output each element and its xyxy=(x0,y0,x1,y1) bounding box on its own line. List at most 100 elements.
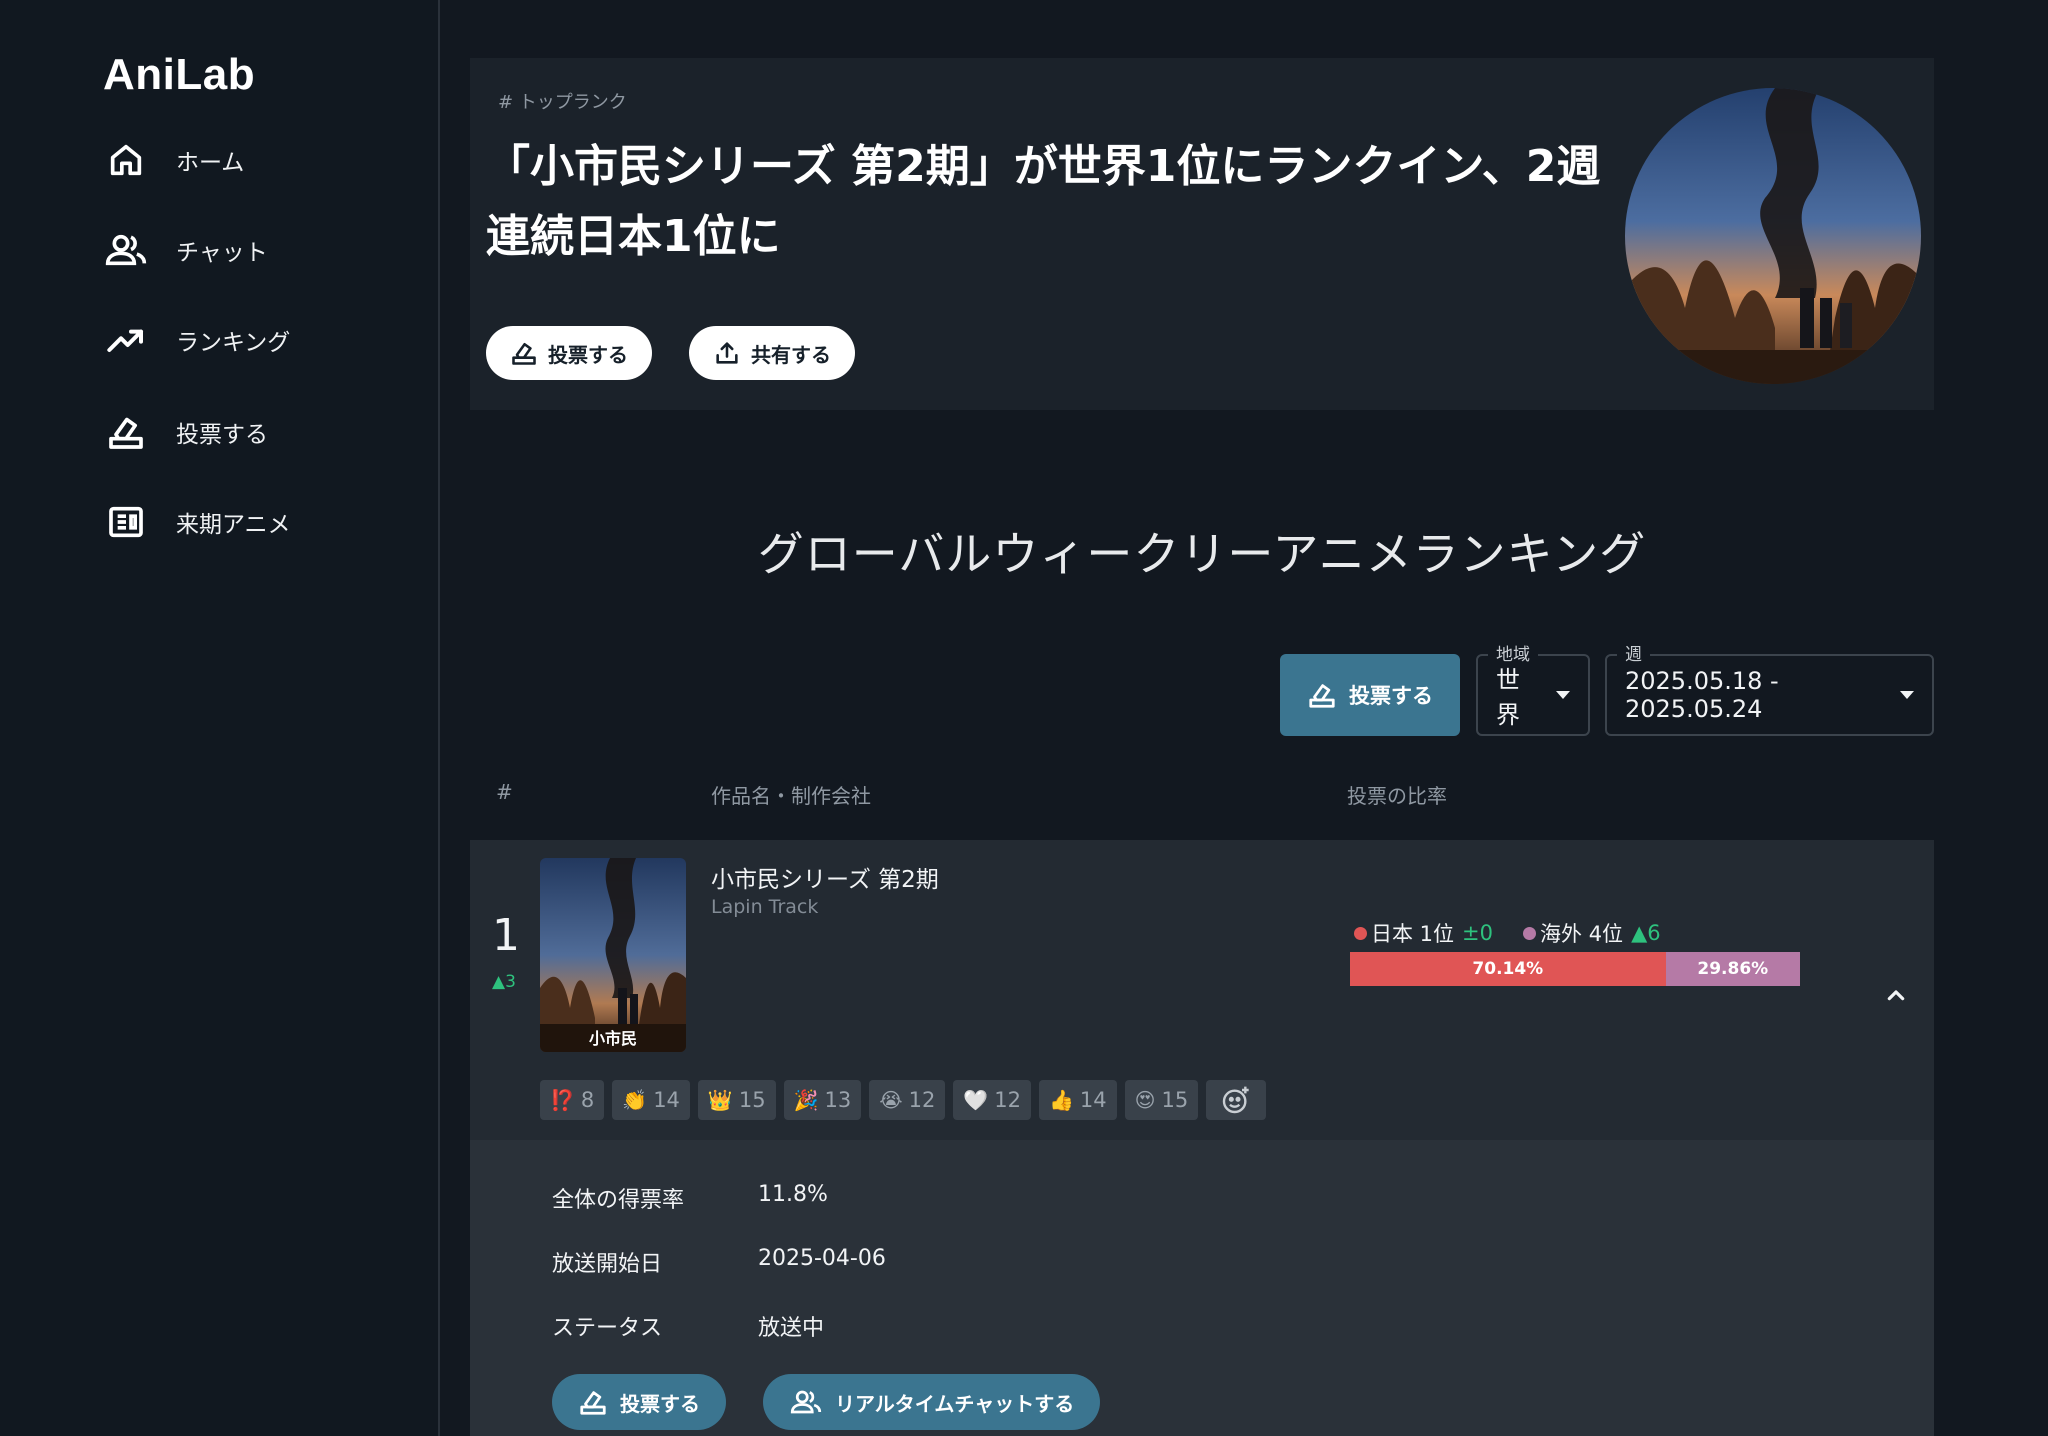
overseas-percent: 29.86% xyxy=(1697,959,1769,979)
reaction-count: 15 xyxy=(738,1088,766,1112)
reaction-chip[interactable]: 😭 12 xyxy=(869,1080,946,1120)
reaction-emoji-icon: 😍 xyxy=(1134,1088,1156,1112)
sidebar-item-label: チャット xyxy=(176,240,268,266)
sidebar-item-ranking[interactable]: ランキング xyxy=(100,310,420,370)
poster-title-text: 小市民 xyxy=(589,1029,637,1048)
share-icon xyxy=(716,342,738,364)
reaction-emoji-icon: 🎉 xyxy=(793,1088,819,1112)
hero-tag: # トップランク xyxy=(498,92,627,113)
ranking-vote-button[interactable]: 投票する xyxy=(1280,654,1460,736)
home-icon xyxy=(100,134,152,186)
reaction-chip[interactable]: 🎉 13 xyxy=(783,1080,862,1120)
overseas-rank-change: ▲6 xyxy=(1631,921,1661,945)
ranking-title: グローバルウィークリーアニメランキング xyxy=(757,527,1647,581)
trending-up-icon xyxy=(100,314,152,366)
hero-vote-label: 投票する xyxy=(548,342,628,367)
collapse-button[interactable] xyxy=(1880,980,1912,1012)
column-header-title: 作品名・制作会社 xyxy=(711,784,871,808)
ratio-legend: 日本 1位 ±0 海外 4位 ▲6 xyxy=(1354,918,1691,948)
chevron-up-icon xyxy=(1887,990,1905,1001)
hero-vote-button[interactable]: 投票する xyxy=(486,326,652,380)
hero-key-visual[interactable] xyxy=(1625,88,1921,384)
realtime-chat-label: リアルタイムチャットする xyxy=(835,1391,1075,1416)
sidebar-item-label: 投票する xyxy=(176,422,268,448)
add-reaction-button[interactable] xyxy=(1206,1080,1267,1120)
reaction-count: 8 xyxy=(580,1088,595,1112)
anime-poster[interactable]: 小市民 xyxy=(540,858,686,1052)
overseas-dot-icon xyxy=(1523,926,1537,940)
air-date-label: 放送開始日 xyxy=(552,1252,663,1277)
reaction-chip[interactable]: 🤍 12 xyxy=(953,1080,1031,1120)
japan-ratio-label: 日本 1位 ±0 xyxy=(1354,918,1493,948)
week-select[interactable]: 週 2025.05.18 - 2025.05.24 xyxy=(1605,640,1934,736)
column-header-ratio: 投票の比率 xyxy=(1347,784,1447,808)
users-icon xyxy=(100,224,152,276)
app-root: AniLab ホーム チャット ランキング 投票する 来期アニメ # トップラン… xyxy=(0,0,2048,1436)
hero-banner: # トップランク 「小市民シリーズ 第2期」が世界1位にランクイン、2週連続日本… xyxy=(470,58,1934,410)
region-legend: 地域 xyxy=(1488,640,1538,665)
add-emoji-icon xyxy=(1222,1086,1249,1114)
week-value: 2025.05.18 - 2025.05.24 xyxy=(1625,667,1779,723)
sidebar: AniLab ホーム チャット ランキング 投票する 来期アニメ xyxy=(0,0,440,1436)
ballot-icon xyxy=(512,342,536,365)
reaction-chip[interactable]: ⁉️ 8 xyxy=(540,1080,605,1120)
reaction-chip[interactable]: 👏 14 xyxy=(612,1080,690,1120)
news-icon xyxy=(100,496,152,548)
rank-change: ▲3 xyxy=(492,972,516,992)
reaction-count: 14 xyxy=(653,1088,680,1112)
realtime-chat-button[interactable]: リアルタイムチャットする xyxy=(763,1374,1101,1430)
detail-vote-label: 投票する xyxy=(620,1391,700,1416)
caret-down-icon xyxy=(1900,691,1914,699)
reaction-count: 12 xyxy=(994,1088,1021,1112)
overseas-ratio-label: 海外 4位 ▲6 xyxy=(1523,918,1661,948)
status-label: ステータス xyxy=(552,1316,663,1341)
reaction-emoji-icon: 👍 xyxy=(1048,1088,1074,1112)
sidebar-item-label: ホーム xyxy=(176,150,245,176)
japan-rank-change: ±0 xyxy=(1462,921,1494,945)
rank-number: 1 xyxy=(492,910,520,961)
reaction-chip[interactable]: 👍 14 xyxy=(1038,1080,1117,1120)
reaction-count: 12 xyxy=(908,1088,936,1112)
sidebar-item-chat[interactable]: チャット xyxy=(100,220,420,280)
reaction-emoji-icon: 🤍 xyxy=(963,1088,989,1112)
ballot-icon xyxy=(1309,684,1335,708)
sidebar-item-home[interactable]: ホーム xyxy=(100,130,420,190)
reaction-chip[interactable]: 😍 15 xyxy=(1124,1080,1199,1120)
week-legend: 週 xyxy=(1617,640,1650,665)
vote-rate-label: 全体の得票率 xyxy=(552,1188,685,1213)
vote-ratio-bar: 70.14% 29.86% xyxy=(1350,952,1800,986)
ranking-row[interactable]: 1 ▲3 小市民 小市民シリーズ 第2期 Lapin Track 日本 1位 ±… xyxy=(470,840,1934,1140)
reaction-chip[interactable]: 👑 15 xyxy=(697,1080,776,1120)
air-date-value: 2025-04-06 xyxy=(758,1246,886,1271)
reaction-count: 14 xyxy=(1079,1088,1107,1112)
reaction-count: 15 xyxy=(1161,1088,1189,1112)
detail-vote-button[interactable]: 投票する xyxy=(552,1374,726,1430)
ranking-vote-label: 投票する xyxy=(1349,684,1433,708)
reaction-count: 13 xyxy=(824,1088,852,1112)
caret-down-icon xyxy=(1556,691,1570,699)
reaction-emoji-icon: 👑 xyxy=(707,1088,733,1112)
sidebar-item-upcoming[interactable]: 来期アニメ xyxy=(100,492,420,552)
japan-dot-icon xyxy=(1354,926,1367,940)
reaction-emoji-icon: 👏 xyxy=(622,1088,648,1112)
brand-logo[interactable]: AniLab xyxy=(103,50,255,100)
anime-studio: Lapin Track xyxy=(711,896,819,918)
reaction-emoji-icon: ⁉️ xyxy=(550,1088,575,1112)
sidebar-item-vote[interactable]: 投票する xyxy=(100,402,420,462)
anime-title[interactable]: 小市民シリーズ 第2期 xyxy=(711,860,939,894)
japan-rank: 日本 1位 xyxy=(1371,922,1455,946)
region-select[interactable]: 地域 世界 xyxy=(1476,640,1590,736)
japan-ratio-segment: 70.14% xyxy=(1350,952,1666,986)
japan-percent: 70.14% xyxy=(1472,959,1544,979)
overseas-rank: 海外 4位 xyxy=(1540,922,1624,946)
ballot-icon xyxy=(100,406,152,458)
vote-rate-value: 11.8% xyxy=(758,1182,828,1207)
hero-share-button[interactable]: 共有する xyxy=(689,326,855,380)
sidebar-item-label: 来期アニメ xyxy=(176,512,291,538)
column-header-rank: # xyxy=(496,780,513,804)
users-icon xyxy=(790,1390,822,1414)
status-value: 放送中 xyxy=(758,1316,825,1341)
overseas-ratio-segment: 29.86% xyxy=(1665,952,1800,986)
hero-title: 「小市民シリーズ 第2期」が世界1位にランクイン、2週連続日本1位に xyxy=(486,141,1601,262)
sidebar-item-label: ランキング xyxy=(176,330,291,356)
